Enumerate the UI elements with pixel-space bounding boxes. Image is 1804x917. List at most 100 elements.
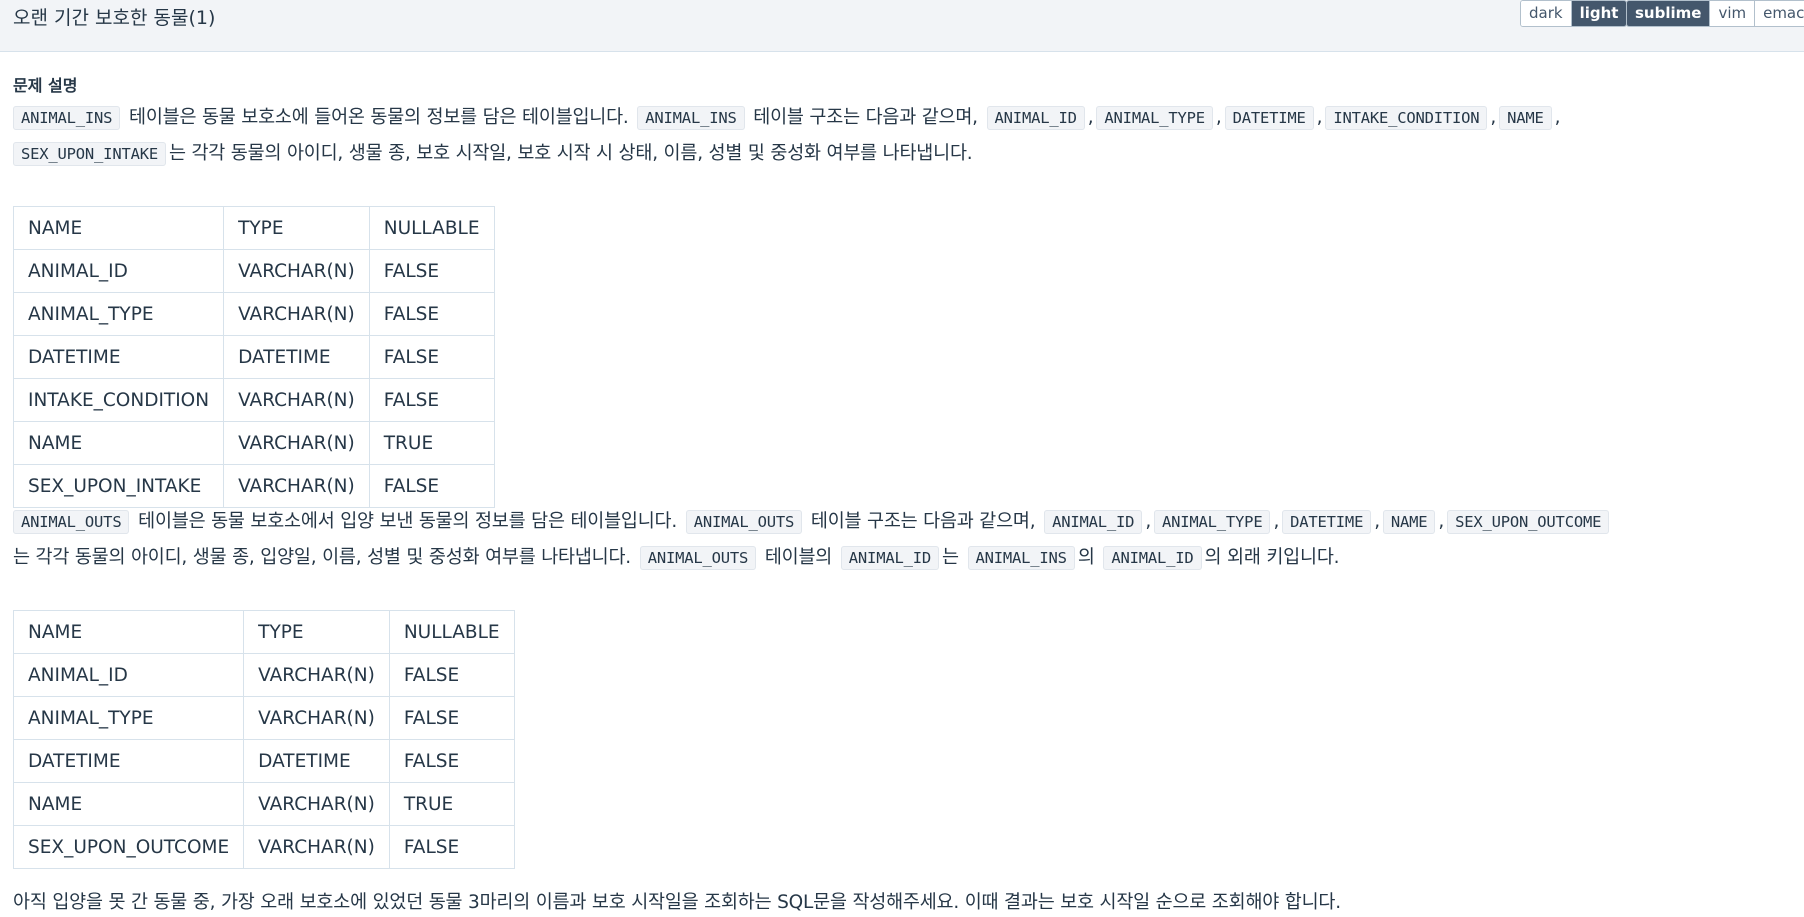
- separator: ,: [1087, 107, 1094, 128]
- table-cell: VARCHAR(N): [223, 421, 370, 465]
- paragraph-text: 는 각각 동물의 아이디, 생물 종, 입양일, 이름, 성별 및 중성화 여부…: [13, 547, 637, 568]
- table-cell: FALSE: [388, 739, 515, 783]
- paragraph-text: 테이블의: [759, 547, 838, 568]
- code-animal-ins: ANIMAL_INS: [967, 546, 1075, 570]
- paragraph-text: 테이블 구조는 다음과 같으며,: [805, 511, 1042, 532]
- code-column: ANIMAL_ID: [986, 106, 1085, 130]
- table-row: ANIMAL_ID VARCHAR(N) FALSE: [12, 249, 495, 293]
- separator: ,: [1554, 107, 1561, 128]
- intro-paragraph-ins: ANIMAL_INS 테이블은 동물 보호소에 들어온 동물의 정보를 담은 테…: [13, 100, 1733, 172]
- table-header-cell: NAME: [12, 610, 245, 654]
- animal-ins-schema-table: NAME TYPE NULLABLE ANIMAL_ID VARCHAR(N) …: [12, 206, 495, 508]
- table-cell: VARCHAR(N): [243, 696, 390, 740]
- code-animal-id: ANIMAL_ID: [840, 546, 939, 570]
- table-row: DATETIME DATETIME FALSE: [12, 335, 495, 379]
- separator: ,: [1490, 107, 1497, 128]
- table-cell: VARCHAR(N): [243, 782, 390, 826]
- keymap-vim-button[interactable]: vim: [1709, 1, 1755, 26]
- table-cell: ANIMAL_ID: [12, 249, 225, 293]
- table-cell: DATETIME: [223, 335, 370, 379]
- table-cell: VARCHAR(N): [223, 378, 370, 422]
- table-cell: FALSE: [388, 696, 515, 740]
- table-cell: TRUE: [368, 421, 495, 465]
- separator: ,: [1215, 107, 1222, 128]
- code-column: NAME: [1499, 106, 1552, 130]
- theme-dark-button[interactable]: dark: [1521, 1, 1571, 26]
- separator: ,: [1145, 511, 1151, 532]
- table-row: ANIMAL_TYPE VARCHAR(N) FALSE: [12, 696, 515, 740]
- table-cell: SEX_UPON_OUTCOME: [12, 825, 245, 869]
- table-cell: SEX_UPON_INTAKE: [12, 464, 225, 508]
- separator: ,: [1374, 511, 1380, 532]
- table-cell: DATETIME: [12, 739, 245, 783]
- table-header-cell: TYPE: [223, 206, 370, 250]
- code-column: ANIMAL_TYPE: [1096, 106, 1213, 130]
- table-cell: INTAKE_CONDITION: [12, 378, 225, 422]
- table-cell: DATETIME: [12, 335, 225, 379]
- table-row: SEX_UPON_INTAKE VARCHAR(N) FALSE: [12, 464, 495, 508]
- intro-paragraph-outs: ANIMAL_OUTS 테이블은 동물 보호소에서 입양 보낸 동물의 정보를 …: [13, 504, 1733, 576]
- table-cell: FALSE: [368, 292, 495, 336]
- table-cell: TRUE: [388, 782, 515, 826]
- table-header-row: NAME TYPE NULLABLE: [12, 206, 495, 250]
- table-cell: ANIMAL_TYPE: [12, 696, 245, 740]
- table-row: NAME VARCHAR(N) TRUE: [12, 782, 515, 826]
- code-column: DATETIME: [1224, 106, 1314, 130]
- code-column: SEX_UPON_INTAKE: [13, 142, 166, 166]
- code-column: NAME: [1382, 510, 1436, 534]
- code-animal-ins: ANIMAL_INS: [637, 106, 745, 130]
- table-cell: VARCHAR(N): [223, 292, 370, 336]
- code-animal-outs: ANIMAL_OUTS: [639, 546, 757, 570]
- top-bar: 오랜 기간 보호한 동물(1) dark light sublime vim e…: [0, 0, 1804, 52]
- keymap-emacs-button[interactable]: emacs: [1754, 1, 1804, 26]
- table-cell: ANIMAL_ID: [12, 653, 245, 697]
- table-header-cell: NULLABLE: [368, 206, 495, 250]
- table-cell: FALSE: [368, 249, 495, 293]
- table-cell: FALSE: [368, 378, 495, 422]
- table-cell: VARCHAR(N): [243, 825, 390, 869]
- table-cell: FALSE: [368, 335, 495, 379]
- separator: ,: [1273, 511, 1280, 532]
- code-column: DATETIME: [1282, 510, 1372, 534]
- paragraph-text: 는: [941, 547, 965, 568]
- table-cell: NAME: [12, 421, 225, 465]
- table-cell: FALSE: [388, 825, 515, 869]
- keymap-sublime-button[interactable]: sublime: [1627, 1, 1710, 26]
- separator: ,: [1316, 107, 1323, 128]
- table-cell: DATETIME: [243, 739, 390, 783]
- keymap-toggle-group: sublime vim emacs: [1626, 0, 1804, 27]
- paragraph-text: 테이블은 동물 보호소에 들어온 동물의 정보를 담은 테이블입니다.: [123, 107, 635, 128]
- table-row: INTAKE_CONDITION VARCHAR(N) FALSE: [12, 378, 495, 422]
- table-header-row: NAME TYPE NULLABLE: [12, 610, 515, 654]
- code-animal-outs: ANIMAL_OUTS: [685, 510, 803, 534]
- code-animal-outs: ANIMAL_OUTS: [13, 510, 130, 534]
- table-header-cell: NULLABLE: [388, 610, 515, 654]
- code-animal-ins: ANIMAL_INS: [13, 106, 121, 130]
- table-cell: VARCHAR(N): [223, 464, 370, 508]
- paragraph-text: 테이블은 동물 보호소에서 입양 보낸 동물의 정보를 담은 테이블입니다.: [132, 511, 683, 532]
- paragraph-text: 의: [1077, 547, 1101, 568]
- page-title: 오랜 기간 보호한 동물(1): [13, 7, 216, 29]
- code-animal-id: ANIMAL_ID: [1103, 546, 1202, 570]
- table-row: ANIMAL_ID VARCHAR(N) FALSE: [12, 653, 515, 697]
- table-header-cell: NAME: [12, 206, 225, 250]
- paragraph-text: 테이블 구조는 다음과 같으며,: [747, 107, 984, 128]
- animal-outs-schema-table: NAME TYPE NULLABLE ANIMAL_ID VARCHAR(N) …: [12, 610, 515, 869]
- table-row: DATETIME DATETIME FALSE: [12, 739, 515, 783]
- code-column: ANIMAL_TYPE: [1154, 510, 1271, 534]
- table-row: NAME VARCHAR(N) TRUE: [12, 421, 495, 465]
- paragraph-text: 는 각각 동물의 아이디, 생물 종, 보호 시작일, 보호 시작 시 상태, …: [168, 143, 973, 164]
- table-header-cell: TYPE: [243, 610, 390, 654]
- theme-light-button[interactable]: light: [1570, 1, 1627, 26]
- section-heading: 문제 설명: [13, 76, 78, 95]
- paragraph-text: 의 외래 키입니다.: [1204, 547, 1340, 568]
- separator: ,: [1438, 511, 1445, 532]
- code-column: SEX_UPON_OUTCOME: [1447, 510, 1610, 534]
- table-cell: ANIMAL_TYPE: [12, 292, 225, 336]
- table-cell: FALSE: [388, 653, 515, 697]
- code-column: ANIMAL_ID: [1044, 510, 1143, 534]
- table-cell: VARCHAR(N): [243, 653, 390, 697]
- table-row: SEX_UPON_OUTCOME VARCHAR(N) FALSE: [12, 825, 515, 869]
- table-cell: NAME: [12, 782, 245, 826]
- table-cell: VARCHAR(N): [223, 249, 370, 293]
